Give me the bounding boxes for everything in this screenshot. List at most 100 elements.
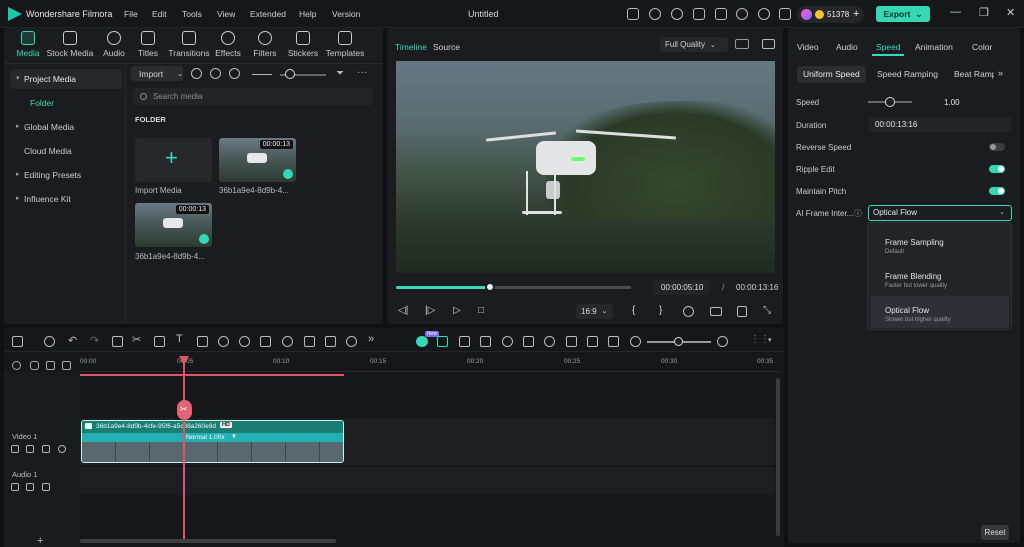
timeline-horizontal-scrollbar[interactable] xyxy=(80,539,336,543)
info-icon[interactable]: ⓘ xyxy=(854,208,862,219)
volume-icon[interactable] xyxy=(26,483,34,491)
image-icon[interactable] xyxy=(480,336,491,347)
sticker-icon[interactable] xyxy=(459,336,470,347)
select-tool-icon[interactable] xyxy=(44,336,55,347)
detach-audio-icon[interactable] xyxy=(346,336,357,347)
sidebar-item-project-media[interactable]: ▾ Project Media xyxy=(10,69,122,89)
snapshot-grid-icon[interactable] xyxy=(735,39,749,49)
speed-value[interactable]: 1.00 xyxy=(944,98,960,107)
text-tool-icon[interactable]: T xyxy=(176,333,183,345)
cloud-upload-icon[interactable] xyxy=(736,8,748,20)
redo-icon[interactable]: ↷ xyxy=(90,334,99,347)
more-icon[interactable]: ··· xyxy=(357,67,367,78)
add-track-icon[interactable]: + xyxy=(37,535,43,547)
menu-extended[interactable]: Extended xyxy=(250,9,286,19)
link-icon[interactable] xyxy=(30,361,39,370)
voice-icon[interactable] xyxy=(229,68,240,79)
play-icon[interactable]: ▷ xyxy=(453,305,461,316)
effects-icon[interactable] xyxy=(42,445,50,453)
add-credits-icon[interactable]: + xyxy=(853,8,859,20)
render-settings-icon[interactable] xyxy=(683,306,694,317)
zoom-out-icon[interactable] xyxy=(630,336,641,347)
chevron-down-icon[interactable]: ▾ xyxy=(768,336,772,344)
volume-icon[interactable] xyxy=(737,306,747,317)
save-icon[interactable] xyxy=(715,8,727,20)
camera-snapshot-icon[interactable] xyxy=(710,307,722,316)
tab-video[interactable]: Video xyxy=(797,42,819,52)
tab-speed-ramping[interactable]: Speed Ramping xyxy=(871,66,944,83)
media-icon[interactable] xyxy=(693,8,705,20)
video-preview[interactable] xyxy=(396,61,775,273)
picture-in-picture-icon[interactable] xyxy=(608,336,619,347)
playhead[interactable] xyxy=(183,356,185,542)
split-at-playhead-button[interactable]: ✂ xyxy=(177,400,192,420)
headset-icon[interactable] xyxy=(758,8,770,20)
more-tools-icon[interactable]: » xyxy=(368,333,374,345)
preview-scrub-handle[interactable] xyxy=(485,282,495,292)
media-clip-thumbnail[interactable]: 00:00:13 xyxy=(219,138,296,182)
tab-color[interactable]: Color xyxy=(972,42,992,52)
thumbnail-size-handle[interactable] xyxy=(285,69,295,79)
timeline-vertical-scrollbar[interactable] xyxy=(776,378,780,536)
speed-caret-icon[interactable]: ▼ xyxy=(231,433,237,442)
reset-button[interactable]: Reset xyxy=(981,525,1009,540)
credits-balance[interactable]: 51378 + xyxy=(797,6,864,23)
aspect-ratio-select[interactable]: 16:9 ⌄ xyxy=(576,304,613,319)
sidebar-item-global-media[interactable]: ▸ Global Media xyxy=(10,117,122,137)
settings-gear-icon[interactable] xyxy=(12,361,21,370)
option-optical-flow[interactable]: Optical Flow Slower but higher quality xyxy=(871,296,1009,328)
previous-frame-icon[interactable]: ◁| xyxy=(398,305,408,316)
search-input[interactable]: Search media xyxy=(133,88,373,105)
markers-icon[interactable] xyxy=(502,336,513,347)
stop-icon[interactable]: □ xyxy=(478,305,484,316)
export-button[interactable]: Export ⌄ xyxy=(876,6,930,22)
snap-icon[interactable] xyxy=(62,361,71,370)
menu-view[interactable]: View xyxy=(217,9,235,19)
zoom-in-icon[interactable] xyxy=(717,336,728,347)
tab-stock-media[interactable]: Stock Media xyxy=(44,31,96,63)
import-button[interactable]: Import ⌄ xyxy=(131,66,183,81)
tab-speed[interactable]: Speed xyxy=(876,42,901,52)
eye-icon[interactable] xyxy=(58,445,66,453)
shield-icon[interactable] xyxy=(523,336,534,347)
media-clip-thumbnail[interactable]: 00:00:13 xyxy=(135,203,212,247)
more-tabs-icon[interactable]: » xyxy=(998,68,1003,78)
timeline-zoom-handle[interactable] xyxy=(674,337,683,346)
tab-animation[interactable]: Animation xyxy=(915,42,953,52)
menu-help[interactable]: Help xyxy=(299,9,316,19)
speed-slider-handle[interactable] xyxy=(885,97,895,107)
tab-timeline[interactable]: Timeline xyxy=(395,42,427,52)
feedback-icon[interactable] xyxy=(671,8,683,20)
sidebar-item-influence-kit[interactable]: ▸ Influence Kit xyxy=(10,189,122,209)
option-frame-sampling[interactable]: Frame Sampling Default xyxy=(871,228,1009,260)
mark-out-icon[interactable]: } xyxy=(659,305,662,316)
sidebar-item-editing-presets[interactable]: ▸ Editing Presets xyxy=(10,165,122,185)
menu-edit[interactable]: Edit xyxy=(152,9,167,19)
minimize-icon[interactable]: — xyxy=(950,6,961,18)
menu-file[interactable]: File xyxy=(124,9,138,19)
reverse-speed-toggle[interactable] xyxy=(989,143,1005,151)
audio-mixer-icon[interactable] xyxy=(566,336,577,347)
current-timecode[interactable]: 00:00:05:10 xyxy=(654,280,710,295)
delete-icon[interactable] xyxy=(112,336,123,347)
send-icon[interactable] xyxy=(649,8,661,20)
ai-frame-interpolation-select[interactable]: Optical Flow ⌄ xyxy=(868,205,1012,221)
audio-stretch-icon[interactable] xyxy=(304,336,315,347)
ai-copilot-icon[interactable] xyxy=(416,336,428,347)
effects-icon[interactable] xyxy=(42,483,50,491)
layout-icon[interactable] xyxy=(12,336,23,347)
option-frame-blending[interactable]: Frame Blending Faster but lower quality xyxy=(871,262,1009,294)
volume-icon[interactable] xyxy=(26,445,34,453)
zoom-out-icon[interactable] xyxy=(252,74,272,85)
tab-audio[interactable]: Audio xyxy=(836,42,858,52)
quality-select[interactable]: Full Quality ⌄ xyxy=(660,37,728,52)
sidebar-item-folder[interactable]: Folder xyxy=(10,93,122,113)
tab-beat-ramp[interactable]: Beat Ramp xyxy=(948,66,994,83)
timer-icon[interactable] xyxy=(282,336,293,347)
menu-version[interactable]: Version xyxy=(332,9,360,19)
maximize-icon[interactable]: ❐ xyxy=(979,6,989,19)
lock-icon[interactable] xyxy=(11,483,19,491)
image-icon[interactable] xyxy=(762,39,775,49)
color-match-icon[interactable] xyxy=(218,336,229,347)
fullscreen-icon[interactable]: ⤡ xyxy=(763,305,771,316)
